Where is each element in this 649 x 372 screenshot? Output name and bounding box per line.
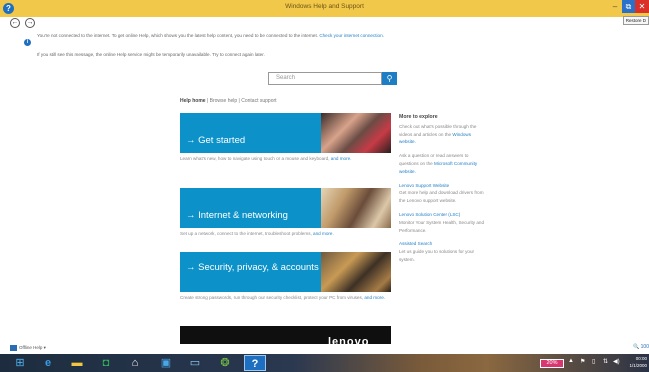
tile-label: → Get started bbox=[186, 135, 246, 146]
search-input[interactable]: Search bbox=[268, 72, 382, 85]
tile-description-text: Create strong passwords, run through our… bbox=[180, 295, 365, 300]
title-bar: ? Windows Help and Support – ⧉ ✕ bbox=[0, 0, 649, 17]
more-to-explore: More to explore Check out what's possibl… bbox=[399, 114, 489, 270]
offline-help-label: Offline Help ▾ bbox=[19, 345, 46, 351]
contact-support-link[interactable]: Contact support bbox=[241, 98, 276, 104]
breadcrumb: Help home | Browse help | Contact suppor… bbox=[180, 98, 277, 104]
lenovo-banner[interactable]: lenovo bbox=[180, 326, 391, 348]
explore-item: Assisted Search Let us guide you to solut… bbox=[399, 240, 489, 263]
security-privacy-tile[interactable]: → Security, privacy, & accounts bbox=[180, 252, 391, 292]
search-button[interactable]: ⚲ bbox=[382, 72, 397, 85]
internet-networking-tile[interactable]: → Internet & networking bbox=[180, 188, 391, 228]
retry-message: If you still see this message, the onlin… bbox=[37, 52, 265, 57]
tile-description: Set up a network, connect to the interne… bbox=[180, 230, 395, 237]
help-status-icon bbox=[10, 345, 17, 351]
power-icon[interactable]: ▯ bbox=[592, 358, 595, 365]
search-bar: Search ⚲ bbox=[268, 72, 397, 85]
tile-photo bbox=[321, 113, 391, 153]
chrome-icon[interactable]: ❂ bbox=[214, 355, 236, 371]
tile-label: → Security, privacy, & accounts bbox=[186, 262, 319, 273]
explore-text: Let us guide you to solutions for your s… bbox=[399, 249, 475, 262]
store-icon[interactable]: ◘ bbox=[95, 355, 117, 371]
offline-help-menu[interactable]: Offline Help ▾ bbox=[10, 345, 46, 351]
info-icon: i bbox=[24, 39, 31, 46]
tile-description: Create strong passwords, run through our… bbox=[180, 294, 395, 301]
clock[interactable]: 00:00 1/1/2000 bbox=[629, 356, 647, 369]
flag-icon[interactable]: ⚑ bbox=[580, 358, 585, 365]
and-more-link[interactable]: and more. bbox=[331, 156, 352, 161]
minimize-button[interactable]: – bbox=[608, 0, 622, 13]
lenovo-logo: lenovo bbox=[328, 336, 370, 348]
explore-heading: More to explore bbox=[399, 114, 438, 120]
volume-icon[interactable]: ◀) bbox=[613, 358, 620, 365]
show-hidden-icons[interactable]: ▲ bbox=[568, 358, 574, 364]
and-more-link[interactable]: and more. bbox=[313, 231, 334, 236]
and-more-link[interactable]: and more. bbox=[364, 295, 385, 300]
assisted-search-link[interactable]: Assisted Search bbox=[399, 241, 432, 246]
explore-item: Check out what's possible through the vi… bbox=[399, 123, 489, 146]
explore-text: Get more help and download drivers from … bbox=[399, 190, 484, 204]
explore-item: Lenovo Solution Center (LSC) Monitor Your… bbox=[399, 211, 489, 234]
restore-button[interactable]: ⧉ bbox=[622, 0, 635, 13]
forward-arrow-icon[interactable]: → bbox=[25, 18, 35, 28]
back-arrow-icon[interactable]: ← bbox=[10, 18, 20, 28]
offline-message-text: You're not connected to the internet. To… bbox=[37, 33, 320, 38]
lenovo-solution-center-link[interactable]: Lenovo Solution Center (LSC) bbox=[399, 212, 460, 217]
internet-explorer-icon[interactable]: e bbox=[37, 355, 59, 371]
battery-indicator[interactable]: 20% bbox=[540, 359, 564, 368]
start-button[interactable]: ⊞ bbox=[9, 355, 31, 371]
window-title: Windows Help and Support bbox=[285, 3, 364, 10]
clock-date: 1/1/2000 bbox=[629, 362, 647, 368]
home-icon[interactable]: ⌂ bbox=[124, 355, 146, 371]
network-icon[interactable]: ⇅ bbox=[603, 358, 608, 365]
tile-label: → Internet & networking bbox=[186, 210, 288, 221]
tile-description-text: Learn what's new, how to navigate using … bbox=[180, 156, 331, 161]
tile-description-text: Set up a network, connect to the interne… bbox=[180, 231, 314, 236]
search-icon: ⚲ bbox=[386, 74, 393, 83]
explore-item: Lenovo Support Website Get more help and … bbox=[399, 182, 489, 205]
file-explorer-icon[interactable]: ▬ bbox=[66, 355, 88, 371]
get-started-tile[interactable]: → Get started bbox=[180, 113, 391, 153]
taskbar: ⊞ e ▬ ◘ ⌂ ▣ ▭ ❂ ? 20% ▲ ⚑ ▯ ⇅ ◀) 00:00 1… bbox=[0, 354, 649, 372]
browse-help-link[interactable]: Browse help bbox=[210, 98, 238, 104]
explore-text: Monitor Your System Health, Security and… bbox=[399, 219, 485, 233]
restore-tooltip: Restore D bbox=[622, 16, 649, 25]
tile-description: Learn what's new, how to navigate using … bbox=[180, 155, 395, 162]
lenovo-support-link[interactable]: Lenovo Support Website bbox=[399, 183, 449, 188]
photos-icon[interactable]: ▣ bbox=[155, 355, 177, 371]
close-button[interactable]: ✕ bbox=[635, 0, 649, 13]
offline-message: You're not connected to the internet. To… bbox=[37, 33, 384, 38]
tile-photo bbox=[321, 188, 391, 228]
check-connection-link[interactable]: Check your internet connection. bbox=[319, 33, 384, 38]
monitor-icon[interactable]: ▭ bbox=[184, 355, 206, 371]
tile-photo bbox=[321, 252, 391, 292]
help-taskbar-icon[interactable]: ? bbox=[244, 355, 266, 371]
help-home-link[interactable]: Help home bbox=[180, 98, 206, 104]
explore-item: Ask a question or read answers to questi… bbox=[399, 152, 489, 175]
zoom-control[interactable]: 🔍 100 bbox=[633, 344, 649, 350]
